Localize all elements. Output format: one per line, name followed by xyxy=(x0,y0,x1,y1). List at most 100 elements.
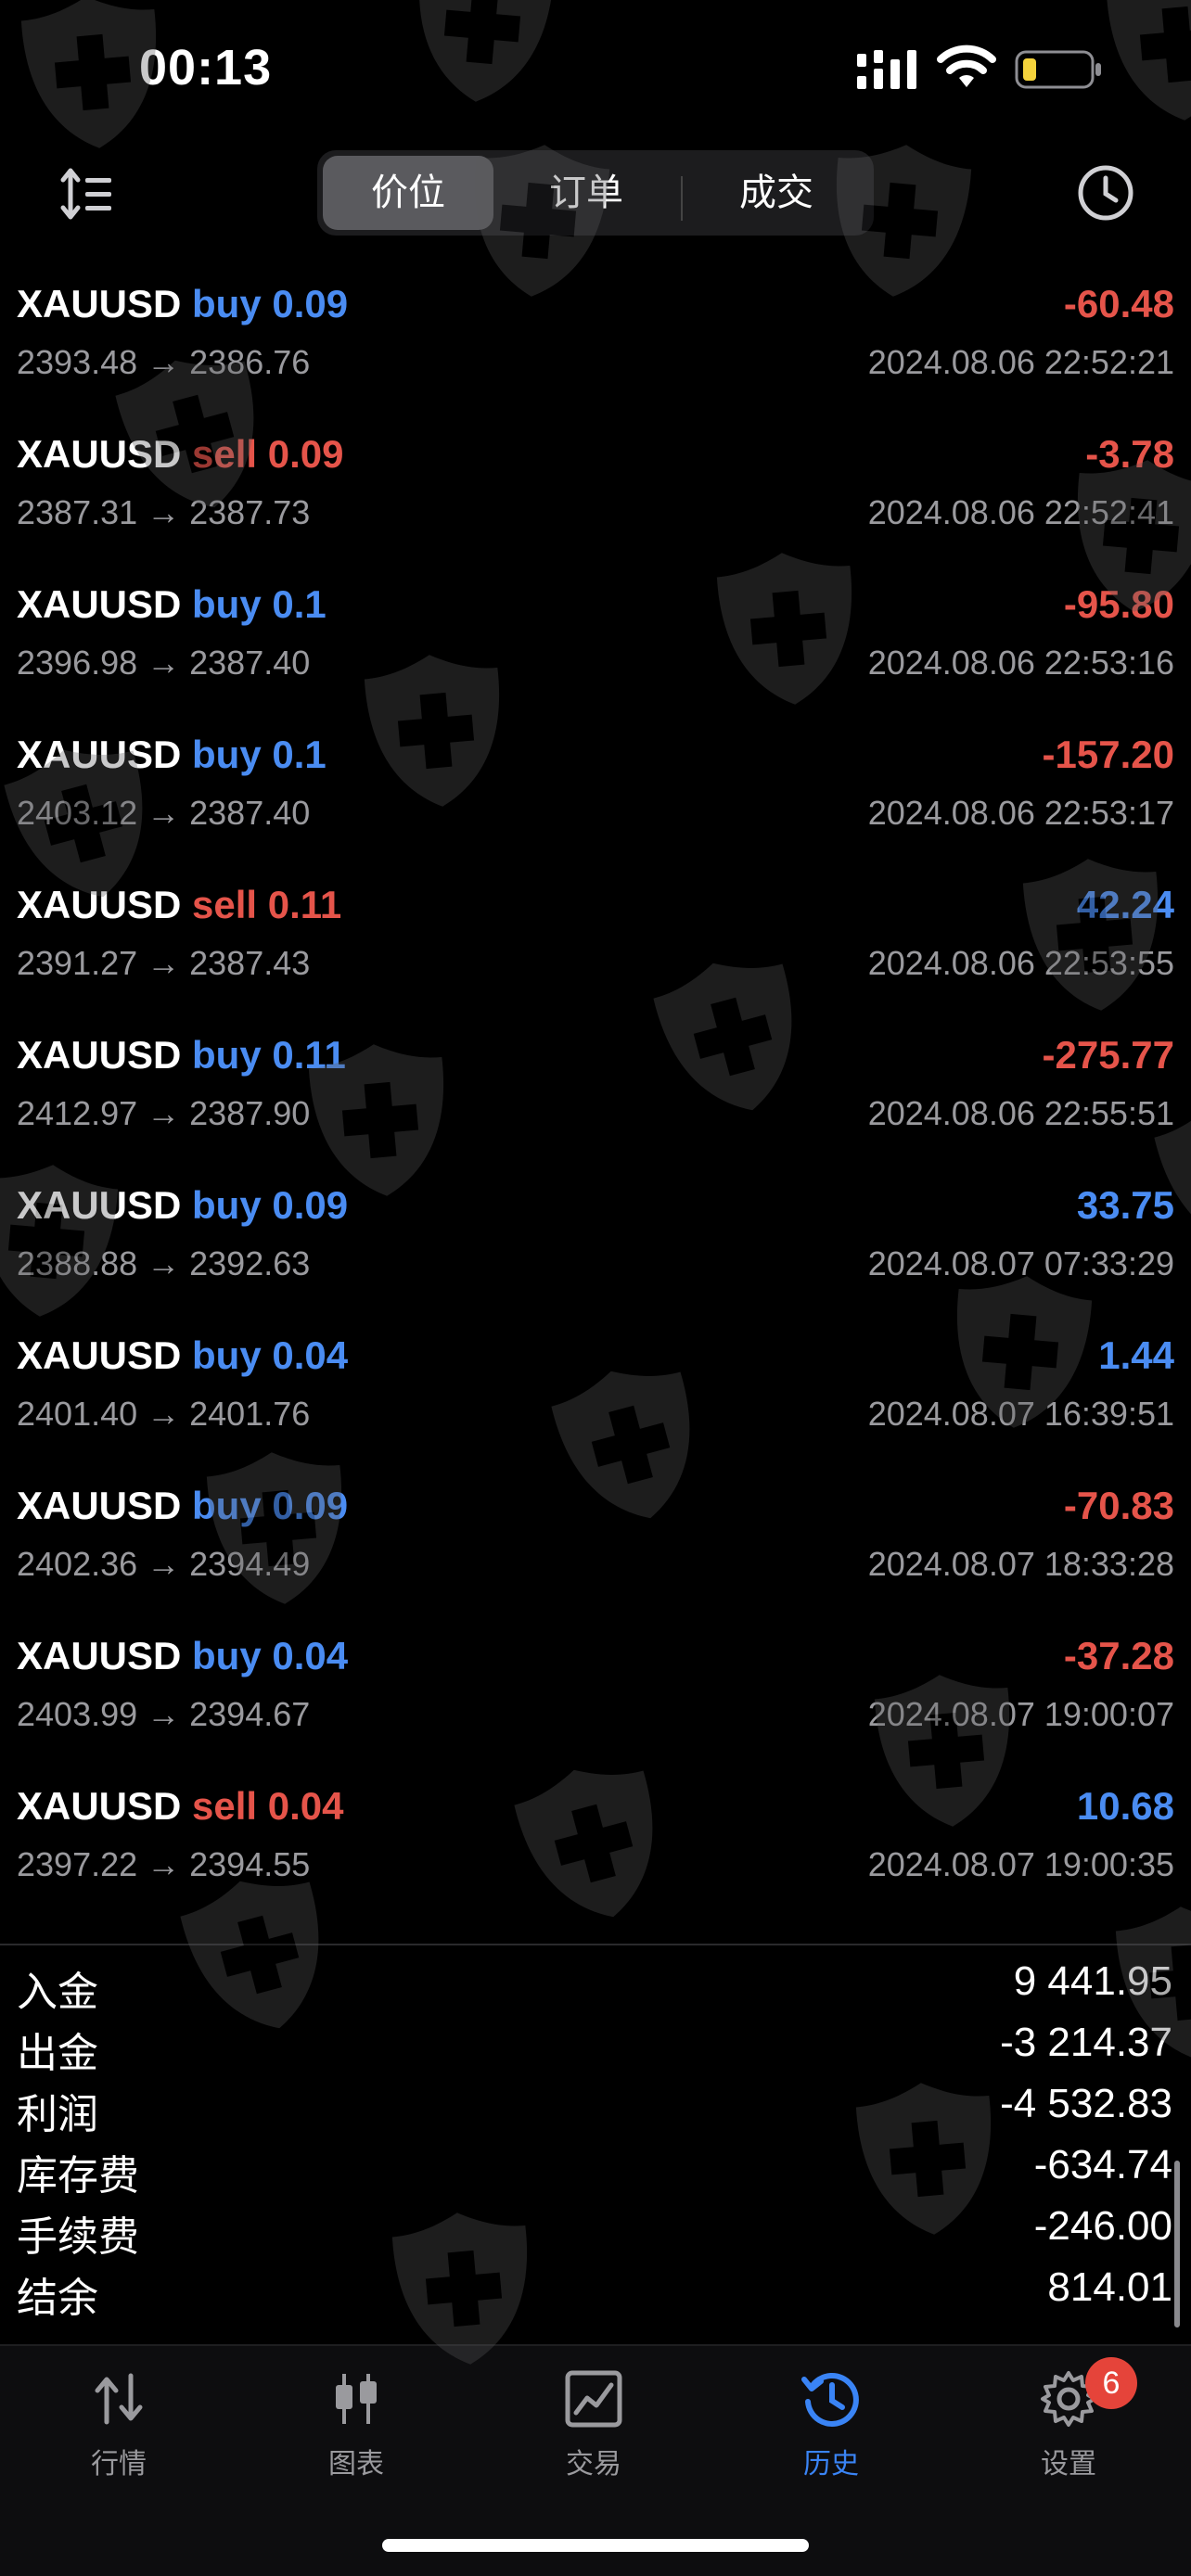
deal-type: sell xyxy=(192,883,258,926)
wifi-icon xyxy=(937,45,996,87)
mt-history-screen: 00:13 价位 订单 成交 XAUUSD buy 0.09 2393.48 →… xyxy=(0,0,1191,2576)
segment-divider xyxy=(681,176,683,221)
summary-label: 结余 xyxy=(17,2276,98,2321)
scroll-indicator[interactable] xyxy=(1174,2161,1180,2327)
deal-type: buy xyxy=(192,1183,262,1227)
history-clock-icon xyxy=(801,2373,859,2427)
summary-row-deposit: 入金 9 441.95 xyxy=(0,1955,1191,2016)
deal-symbol: XAUUSD buy 0.04 xyxy=(17,1333,348,1378)
tab-trade[interactable]: 交易 xyxy=(501,2368,686,2489)
deal-volume: 0.11 xyxy=(272,1033,346,1077)
tab-label: 图表 xyxy=(328,2449,384,2480)
deal-volume: 0.1 xyxy=(272,582,327,626)
deal-symbol: XAUUSD buy 0.1 xyxy=(17,582,327,627)
top-toolbar: 价位 订单 成交 xyxy=(0,139,1191,249)
tab-label: 历史 xyxy=(803,2449,859,2480)
quotes-arrows-icon xyxy=(95,2373,143,2425)
deal-profit: -275.77 xyxy=(1042,1033,1174,1077)
deal-row[interactable]: XAUUSD buy 0.11 2412.97 → 2387.90 -275.77 2… xyxy=(0,977,1191,1132)
tab-deals[interactable]: 成交 xyxy=(688,156,864,230)
deal-volume: 0.04 xyxy=(272,1634,349,1677)
deal-symbol: XAUUSD buy 0.04 xyxy=(17,1634,348,1678)
summary-row-balance: 结余 814.01 xyxy=(0,2261,1191,2322)
deal-profit: -70.83 xyxy=(1063,1484,1174,1527)
summary-row-swap: 库存费 -634.74 xyxy=(0,2138,1191,2200)
tab-quotes[interactable]: 行情 xyxy=(26,2368,211,2489)
tab-label: 交易 xyxy=(566,2449,621,2480)
account-summary: 入金 9 441.95 出金 -3 214.37 利润 -4 532.83 库存… xyxy=(0,1955,1191,2344)
tab-orders[interactable]: 订单 xyxy=(503,156,670,230)
deal-profit: 42.24 xyxy=(1076,883,1174,926)
deal-type: sell xyxy=(192,1784,258,1828)
deal-profit: -95.80 xyxy=(1063,582,1174,626)
deal-type: sell xyxy=(192,432,258,476)
tab-history[interactable]: 历史 xyxy=(738,2368,924,2489)
deal-volume: 0.11 xyxy=(267,883,342,926)
deal-volume: 0.09 xyxy=(272,1183,349,1227)
summary-value: -246.00 xyxy=(1033,2203,1172,2249)
summary-row-commission: 手续费 -246.00 xyxy=(0,2200,1191,2261)
deal-symbol-text: XAUUSD xyxy=(17,1333,182,1377)
deal-list[interactable]: 2388.31 → 2392.24 2024.08.06 21:09:20 XA… xyxy=(0,249,1191,1945)
tab-positions[interactable]: 价位 xyxy=(323,156,493,230)
deal-type: buy xyxy=(192,1484,262,1527)
deal-symbol-text: XAUUSD xyxy=(17,1784,182,1828)
deal-symbol: XAUUSD buy 0.1 xyxy=(17,733,327,777)
chart-candles-icon xyxy=(336,2374,377,2424)
summary-value: 9 441.95 xyxy=(1013,1958,1172,2004)
deal-row[interactable]: XAUUSD buy 0.1 2403.12 → 2387.40 -157.20 20… xyxy=(0,677,1191,832)
deal-row[interactable]: XAUUSD buy 0.09 2402.36 → 2394.49 -70.83 20… xyxy=(0,1428,1191,1583)
tab-chart[interactable]: 图表 xyxy=(263,2368,449,2489)
home-indicator[interactable] xyxy=(382,2539,809,2552)
deal-volume: 0.04 xyxy=(272,1333,349,1377)
deal-profit: 1.44 xyxy=(1098,1333,1174,1377)
summary-label: 手续费 xyxy=(17,2214,139,2260)
summary-value: -4 532.83 xyxy=(1000,2081,1172,2126)
deal-volume: 0.09 xyxy=(272,282,349,325)
list-divider xyxy=(0,1944,1191,1945)
deal-type: buy xyxy=(192,733,262,776)
deal-row[interactable]: XAUUSD buy 0.04 2401.40 → 2401.76 1.44 2024… xyxy=(0,1278,1191,1433)
deal-type: buy xyxy=(192,582,262,626)
deal-volume: 0.04 xyxy=(267,1784,344,1828)
deal-symbol: XAUUSD sell 0.09 xyxy=(17,432,344,477)
summary-value: -634.74 xyxy=(1033,2142,1172,2187)
deal-symbol: XAUUSD buy 0.09 xyxy=(17,282,348,326)
deal-row[interactable]: XAUUSD sell 0.09 2387.31 → 2387.73 -3.78 20… xyxy=(0,376,1191,531)
clock-icon[interactable] xyxy=(1076,163,1135,223)
deal-prices: 2397.22 → 2394.55 xyxy=(17,1845,311,1883)
deal-row[interactable]: XAUUSD buy 0.1 2396.98 → 2387.40 -95.80 202… xyxy=(0,527,1191,682)
summary-row-withdrawal: 出金 -3 214.37 xyxy=(0,2016,1191,2077)
deal-symbol-text: XAUUSD xyxy=(17,883,182,926)
deal-type: buy xyxy=(192,1333,262,1377)
deal-symbol-text: XAUUSD xyxy=(17,282,182,325)
status-bar: 00:13 xyxy=(0,0,1191,139)
deal-symbol-text: XAUUSD xyxy=(17,1033,182,1077)
deal-row[interactable]: XAUUSD buy 0.09 2388.88 → 2392.63 33.75 202… xyxy=(0,1128,1191,1282)
deal-type: buy xyxy=(192,282,262,325)
deal-volume: 0.09 xyxy=(272,1484,349,1527)
notification-badge: 6 xyxy=(1085,2357,1137,2409)
sort-icon[interactable] xyxy=(58,165,115,223)
deal-row[interactable]: XAUUSD sell 0.04 2397.22 → 2394.55 10.68 20… xyxy=(0,1728,1191,1883)
trade-chart-icon xyxy=(565,2370,622,2428)
deal-row[interactable]: XAUUSD buy 0.09 2393.48 → 2386.76 -60.48 20… xyxy=(0,249,1191,381)
tab-settings[interactable]: 设置 6 xyxy=(976,2357,1161,2489)
tab-label: 行情 xyxy=(91,2449,147,2480)
status-time: 00:13 xyxy=(139,40,273,96)
deal-symbol-text: XAUUSD xyxy=(17,733,182,776)
deal-symbol-text: XAUUSD xyxy=(17,1183,182,1227)
deal-profit: 33.75 xyxy=(1076,1183,1174,1227)
deal-symbol: XAUUSD sell 0.11 xyxy=(17,883,341,927)
summary-label: 库存费 xyxy=(17,2153,139,2199)
deal-row[interactable]: XAUUSD sell 0.11 2391.27 → 2387.43 42.24 20… xyxy=(0,827,1191,982)
deal-symbol-text: XAUUSD xyxy=(17,1634,182,1677)
deal-row[interactable]: XAUUSD buy 0.04 2403.99 → 2394.67 -37.28 20… xyxy=(0,1578,1191,1733)
summary-row-profit: 利润 -4 532.83 xyxy=(0,2077,1191,2138)
deal-profit: 10.68 xyxy=(1076,1784,1174,1828)
deal-symbol: XAUUSD buy 0.09 xyxy=(17,1183,348,1228)
summary-value: -3 214.37 xyxy=(1000,2020,1172,2065)
deal-symbol: XAUUSD buy 0.11 xyxy=(17,1033,346,1078)
deal-symbol-text: XAUUSD xyxy=(17,432,182,476)
summary-value: 814.01 xyxy=(1047,2264,1172,2310)
